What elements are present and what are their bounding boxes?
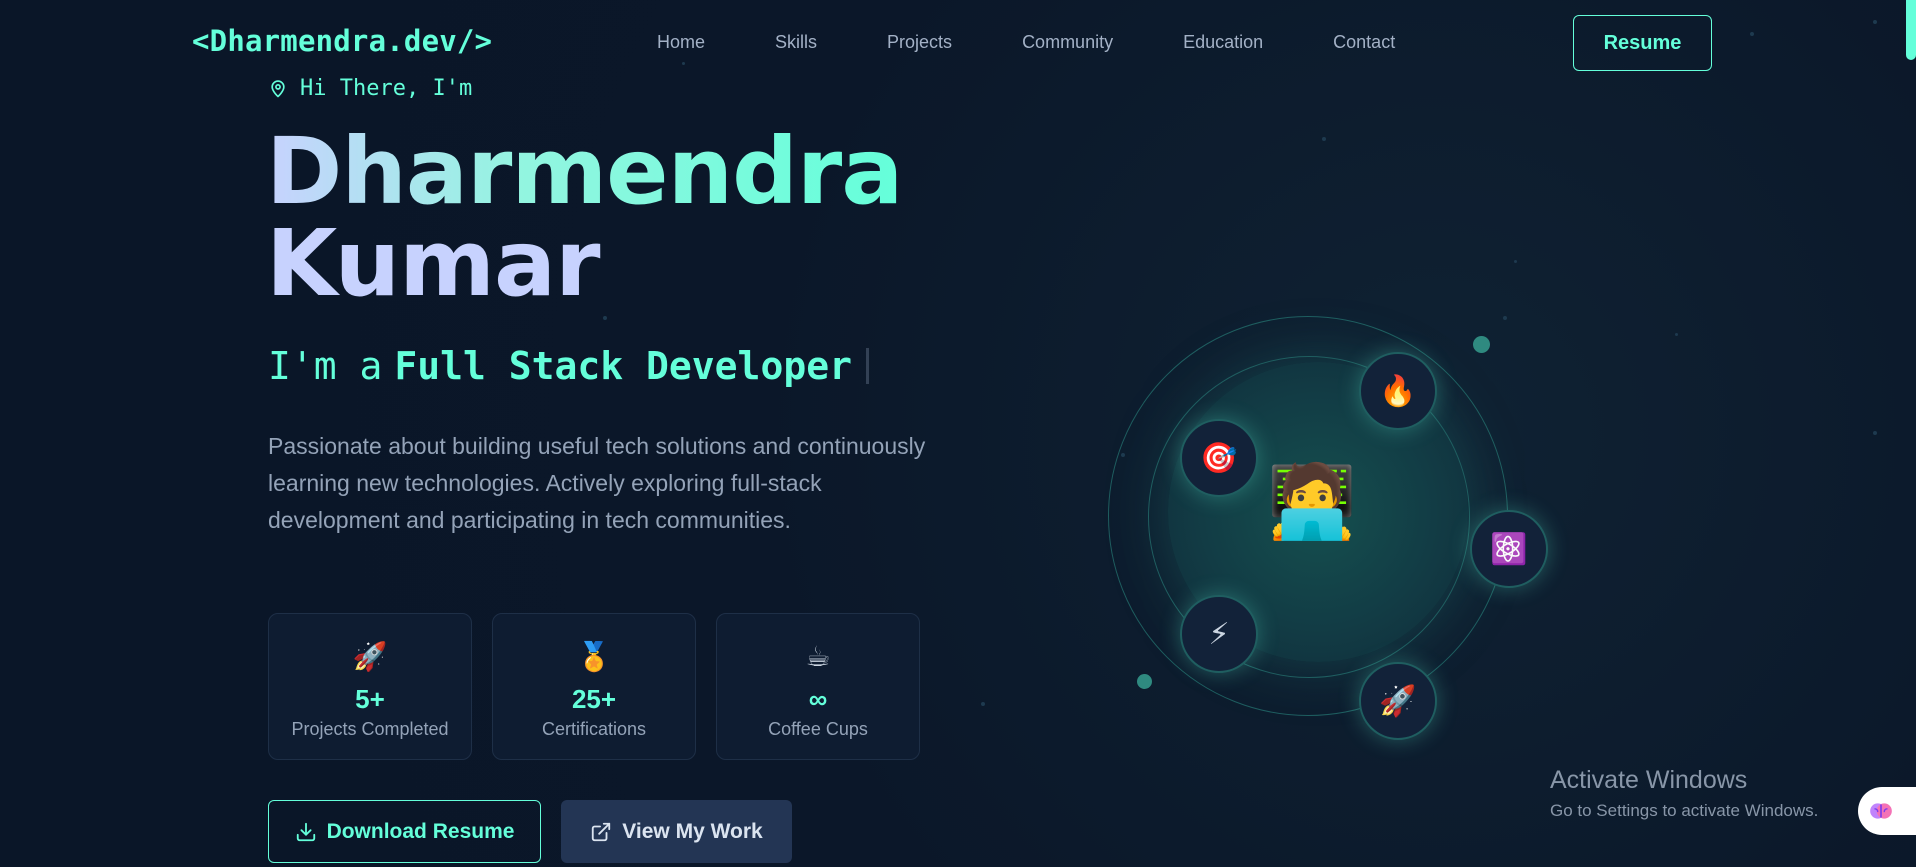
background-dot [1675,333,1678,336]
nav-skills[interactable]: Skills [775,32,817,53]
portfolio-page: <Dharmendra.dev/> Home Skills Projects C… [0,0,1916,867]
nav-education[interactable]: Education [1183,32,1263,53]
rocket-icon: 🚀 [352,641,388,672]
background-dot [1750,32,1754,36]
orbit-spark [1473,336,1490,353]
target-icon: 🎯 [1180,419,1258,497]
background-dot [981,702,985,706]
background-dot [1873,20,1877,24]
windows-activation-watermark: Activate Windows Go to Settings to activ… [1550,766,1818,821]
nav-home[interactable]: Home [657,32,705,53]
external-link-icon [592,822,611,841]
stats-row: 🚀 5+ Projects Completed 🏅 25+ Certificat… [268,613,940,760]
developer-avatar-icon: 🧑‍💻 [1267,462,1357,542]
fire-icon: 🔥 [1359,352,1437,430]
download-resume-button[interactable]: Download Resume [268,800,541,863]
stat-label: Projects Completed [291,719,449,739]
view-work-label: View My Work [622,819,763,843]
background-dot [682,62,685,65]
hero-bio: Passionate about building useful tech so… [268,433,926,533]
download-icon [296,822,315,841]
stat-label: Certifications [541,719,647,739]
stat-value: ∞ [808,684,828,714]
download-resume-label: Download Resume [326,819,515,843]
role-line: I'm a Full Stack Developer [268,344,869,388]
stat-card: ☕ ∞ Coffee Cups [716,613,920,760]
stat-value: 5+ [355,684,385,714]
background-dot [1503,316,1507,320]
coffee-icon: ☕ [805,641,831,672]
stat-card: 🏅 25+ Certifications [492,613,696,760]
orbit-spark [1137,674,1152,689]
scrollbar-thumb[interactable] [1906,0,1916,60]
rocket-icon: 🚀 [1359,662,1437,740]
typing-cursor [865,348,869,384]
first-name: Dharmendra [266,118,903,225]
stat-card: 🚀 5+ Projects Completed [268,613,472,760]
brain-icon [1870,803,1892,819]
greeting-text: Hi There, I'm [300,76,473,101]
stat-value: 25+ [571,684,617,714]
role-prefix: I'm a [268,344,383,388]
lightning-icon: ⚡ [1180,595,1258,673]
nav-projects[interactable]: Projects [887,32,952,53]
background-dot [1322,137,1326,141]
atom-icon: ⚛️ [1470,510,1548,588]
background-dot [1873,431,1877,435]
hero-name: Dharmendra Kumar [266,118,903,317]
watermark-subtitle: Go to Settings to activate Windows. [1550,801,1819,820]
nav-contact[interactable]: Contact [1333,32,1395,53]
map-pin-icon [271,79,285,97]
greeting: Hi There, I'm [268,76,472,101]
medal-icon: 🏅 [576,641,612,672]
nav-community[interactable]: Community [1022,32,1113,53]
background-dot [1514,260,1517,263]
main-nav: Home Skills Projects Community Education… [657,32,1465,53]
watermark-title: Activate Windows [1550,766,1748,794]
site-logo[interactable]: <Dharmendra.dev/> [192,24,492,58]
floating-assistant-button[interactable] [1858,787,1916,835]
stat-label: Coffee Cups [768,719,868,739]
background-dot [603,316,607,320]
role-title: Full Stack Developer [394,344,852,388]
last-name: Kumar [266,210,601,317]
resume-button[interactable]: Resume [1573,15,1712,71]
view-work-button[interactable]: View My Work [561,800,792,863]
